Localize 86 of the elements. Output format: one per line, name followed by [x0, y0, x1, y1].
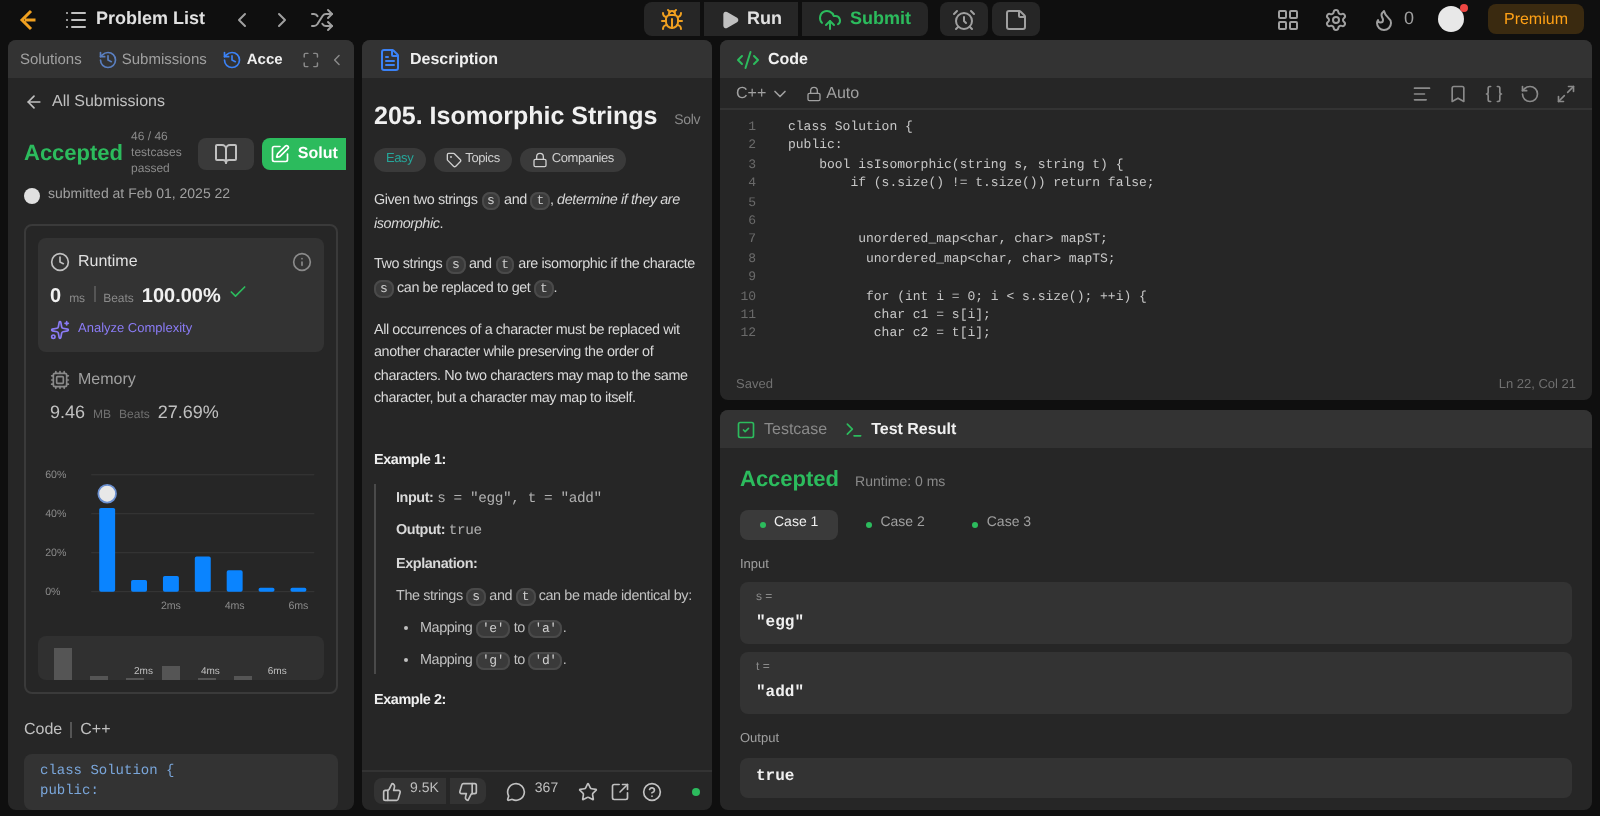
star-icon	[578, 781, 599, 801]
flame-icon	[1371, 7, 1396, 31]
lock-icon	[806, 85, 823, 101]
maximize-icon	[302, 49, 321, 69]
status-text: Accepted	[24, 139, 124, 170]
dislike-button[interactable]	[450, 778, 487, 804]
output-value: true	[740, 758, 1572, 798]
settings-icon	[1323, 7, 1348, 31]
back-link[interactable]: All Submissions	[24, 90, 338, 114]
runtime-beats: 100.00%	[141, 283, 221, 311]
chart-bar[interactable]	[226, 570, 243, 592]
memory-value: 9.46	[50, 399, 86, 425]
alarm-clock-icon	[951, 7, 976, 31]
shuffle-icon	[309, 7, 334, 31]
terminal-icon	[843, 419, 864, 439]
play-icon	[719, 9, 740, 29]
chart-bar[interactable]	[194, 556, 211, 592]
comment-icon	[506, 781, 527, 801]
editorial-button[interactable]	[197, 138, 254, 170]
layout-button[interactable]	[1275, 7, 1300, 31]
code-icon	[736, 47, 760, 71]
reset-icon	[1520, 83, 1540, 103]
panel-tab[interactable]: Code	[768, 47, 808, 71]
thumbs-up-icon	[382, 781, 402, 801]
problem-title: 205. Isomorphic Strings	[374, 100, 658, 134]
tag-icon	[445, 151, 462, 168]
variable-value: "add"	[756, 682, 807, 707]
run-button[interactable]: Run	[703, 2, 799, 36]
sparkles-icon	[50, 319, 70, 339]
panel-tab[interactable]: Testcase	[736, 417, 828, 441]
submit-button[interactable]: Submit	[802, 2, 928, 36]
thumbs-down-icon	[458, 781, 479, 801]
format-icon	[1412, 83, 1432, 103]
avatar[interactable]	[1437, 6, 1464, 32]
chart-bar[interactable]	[162, 576, 179, 592]
shuffle-button[interactable]	[309, 7, 334, 31]
problem-list-link[interactable]: Problem List	[96, 5, 206, 33]
mode-label[interactable]: Auto	[806, 81, 860, 105]
memory-beats: 27.69%	[157, 399, 219, 425]
avatar	[24, 188, 40, 205]
status-text: Accepted	[740, 466, 840, 496]
book-icon	[213, 142, 238, 166]
settings-button[interactable]	[1323, 7, 1348, 31]
runtime-value: 0	[50, 283, 62, 311]
clock-icon	[50, 251, 70, 271]
share-icon	[610, 781, 631, 801]
panel-tab[interactable]: Test Result	[843, 417, 957, 441]
help-icon	[642, 781, 663, 801]
chip-icon	[50, 369, 70, 389]
chart-bar[interactable]	[258, 587, 275, 592]
debug-button[interactable]	[643, 2, 700, 36]
notes-button[interactable]	[991, 2, 1040, 36]
timer-button[interactable]	[939, 2, 988, 36]
avatar-marker-icon	[97, 484, 117, 504]
edit-icon	[269, 144, 290, 164]
history-icon	[222, 49, 243, 69]
document-icon	[378, 47, 402, 71]
checkbox-icon	[736, 419, 756, 439]
chart-bar[interactable]	[290, 587, 307, 592]
chart-bar[interactable]	[99, 507, 116, 592]
language-label: C++	[80, 718, 111, 742]
info-icon	[292, 251, 312, 271]
streak-counter[interactable]: 0	[1371, 5, 1414, 33]
note-icon	[1003, 7, 1028, 31]
favorite-button[interactable]	[578, 781, 599, 801]
memory-label: Memory	[78, 367, 136, 391]
bug-icon	[659, 7, 684, 31]
check-icon	[228, 281, 249, 301]
braces-icon	[1484, 83, 1504, 103]
history-icon	[97, 49, 118, 69]
code-label: Code	[24, 718, 63, 742]
upload-icon	[818, 7, 843, 31]
runtime-label: Runtime	[78, 249, 138, 273]
arrow-left-icon	[24, 92, 44, 112]
collapse-icon	[328, 49, 346, 69]
premium-button[interactable]: Premium	[1487, 4, 1584, 34]
panel-tab[interactable]: Description	[410, 47, 499, 71]
grid-icon	[1275, 7, 1300, 31]
help-button[interactable]	[642, 781, 663, 801]
bookmark-icon	[1448, 83, 1468, 103]
variable-value: "egg"	[756, 612, 807, 637]
logo-icon[interactable]	[16, 7, 40, 31]
language-select[interactable]: C++	[736, 81, 791, 105]
share-button[interactable]	[610, 781, 631, 801]
lock-icon	[531, 151, 548, 168]
expand-icon	[1556, 83, 1576, 103]
